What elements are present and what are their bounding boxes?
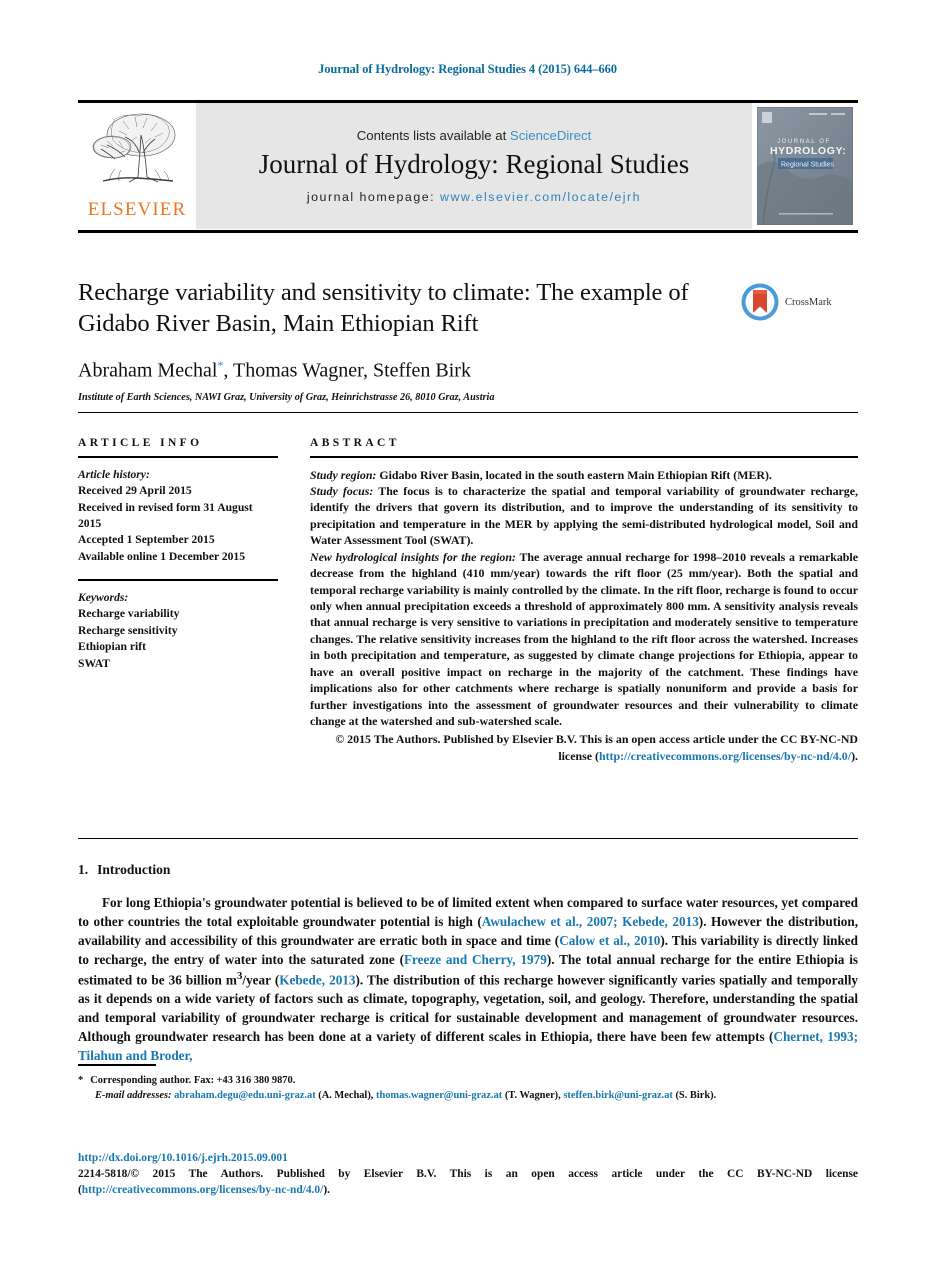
footer-license-link[interactable]: http://creativecommons.org/licenses/by-n… (82, 1184, 324, 1196)
title-block: Recharge variability and sensitivity to … (78, 278, 858, 403)
article-page: Journal of Hydrology: Regional Studies 4… (0, 0, 935, 1266)
corresponding-author-text: Corresponding author. Fax: +43 316 380 9… (90, 1074, 296, 1086)
article-history-label: Article history: (78, 467, 150, 481)
elsevier-wordmark: ELSEVIER (87, 199, 187, 220)
article-info-rule (78, 456, 278, 458)
insights-text: The average annual recharge for 1998–201… (310, 549, 858, 728)
keyword-item: Recharge sensitivity (78, 623, 178, 637)
email-link-wagner[interactable]: thomas.wagner@uni-graz.at (376, 1090, 502, 1101)
citation-link[interactable]: Kebede, 2013 (279, 972, 355, 987)
contents-prefix: Contents lists available at (356, 128, 510, 144)
author-primary: Abraham Mechal (78, 359, 218, 382)
email-link-mechal[interactable]: abraham.degu@edu.uni-graz.at (174, 1090, 316, 1101)
footnote-star: * (78, 1074, 84, 1086)
svg-text:Regional Studies: Regional Studies (781, 162, 834, 169)
crossmark-badge[interactable]: CrossMark (740, 282, 858, 322)
journal-cover-icon: JOURNAL OF HYDROLOGY: Regional Studies (757, 107, 853, 225)
article-history-block: Article history: Received 29 April 2015 … (78, 467, 278, 566)
elsevier-logo: ELSEVIER (78, 103, 196, 229)
citation-link[interactable]: Awulachew et al., 2007; Kebede, 2013 (482, 914, 699, 929)
article-info-heading: ARTICLE INFO (78, 437, 203, 449)
study-region-text: Gidabo River Basin, located in the south… (376, 467, 772, 482)
abstract-paragraph-study-focus: Study focus: The focus is to characteriz… (310, 483, 858, 549)
abstract-column: ABSTRACT Study region: Gidabo River Basi… (310, 437, 858, 764)
masthead-center: Contents lists available at ScienceDirec… (196, 103, 752, 229)
running-head: Journal of Hydrology: Regional Studies 4… (318, 62, 617, 76)
introduction-paragraph: For long Ethiopia's groundwater potentia… (78, 893, 858, 1065)
citation-link[interactable]: Freeze and Cherry, 1979 (404, 952, 547, 967)
keywords-label: Keywords: (78, 590, 129, 604)
footnote-block: * Corresponding author. Fax: +43 316 380 … (78, 1064, 858, 1104)
email-addresses-label: E-mail addresses: (95, 1090, 172, 1102)
sciencedirect-link[interactable]: ScienceDirect (510, 128, 591, 143)
history-item: Available online 1 December 2015 (78, 549, 246, 563)
author-list: Abraham Mechal*, Thomas Wagner, Steffen … (78, 358, 858, 383)
email-link-birk[interactable]: steffen.birk@uni-graz.at (563, 1090, 673, 1101)
article-info-separator (78, 579, 278, 581)
article-info-column: ARTICLE INFO Article history: Received 2… (78, 437, 278, 764)
svg-text:HYDROLOGY:: HYDROLOGY: (770, 145, 846, 157)
corresponding-author-note: * Corresponding author. Fax: +43 316 380 … (78, 1073, 858, 1089)
study-focus-text: The focus is to characterize the spatial… (310, 484, 859, 548)
history-item: Received in revised form 31 August 2015 (78, 500, 253, 530)
email-name-wagner: (T. Wagner), (502, 1090, 564, 1102)
section-number: 1. (78, 862, 89, 877)
study-region-label: Study region: (310, 467, 377, 482)
title-section-rule (78, 412, 858, 413)
page-footer: http://dx.doi.org/10.1016/j.ejrh.2015.09… (78, 1152, 858, 1198)
page-title: Recharge variability and sensitivity to … (78, 279, 689, 337)
info-abstract-section: ARTICLE INFO Article history: Received 2… (78, 437, 858, 764)
abstract-paragraph-study-region: Study region: Gidabo River Basin, locate… (310, 467, 858, 483)
issn-license-line: 2214-5818/© 2015 The Authors. Published … (78, 1166, 858, 1198)
footnote-rule (78, 1064, 156, 1066)
abstract-body: Study region: Gidabo River Basin, locate… (310, 467, 858, 765)
abstract-section-rule (78, 838, 858, 839)
homepage-link[interactable]: www.elsevier.com/locate/ejrh (440, 190, 641, 204)
author-others: , Thomas Wagner, Steffen Birk (223, 359, 471, 382)
keyword-item: SWAT (78, 656, 111, 670)
crossmark-icon (741, 283, 779, 321)
journal-cover-thumbnail: JOURNAL OF HYDROLOGY: Regional Studies (752, 103, 858, 229)
abstract-paragraph-insights: New hydrological insights for the region… (310, 549, 858, 730)
journal-title: Journal of Hydrology: Regional Studies (258, 149, 690, 180)
introduction-section: 1. Introduction For long Ethiopia's groun… (78, 862, 858, 1065)
insights-label: New hydrological insights for the region… (310, 549, 516, 564)
citation-link[interactable]: Calow et al., 2010 (559, 933, 660, 948)
copyright-license-link[interactable]: http://creativecommons.org/licenses/by-n… (599, 749, 851, 763)
affiliation: Institute of Earth Sciences, NAWI Graz, … (78, 392, 495, 404)
contents-available-line: Contents lists available at ScienceDirec… (357, 128, 592, 143)
section-title: Introduction (97, 862, 171, 877)
keyword-item: Ethiopian rift (78, 640, 146, 654)
email-name-birk: (S. Birk). (672, 1090, 717, 1102)
study-focus-label: Study focus: (310, 484, 374, 499)
email-addresses-note: E-mail addresses: abraham.degu@edu.uni-g… (78, 1088, 858, 1104)
homepage-label: journal homepage: (306, 189, 436, 204)
history-item: Accepted 1 September 2015 (78, 533, 215, 547)
masthead-bottom-rule (78, 230, 858, 233)
journal-homepage-line: journal homepage: www.elsevier.com/locat… (307, 190, 641, 204)
keywords-block: Keywords: Recharge variability Recharge … (78, 590, 278, 672)
abstract-copyright: © 2015 The Authors. Published by Elsevie… (310, 731, 858, 764)
intro-text-e: /year ( (242, 972, 280, 988)
introduction-heading: 1. Introduction (78, 862, 858, 878)
keyword-item: Recharge variability (78, 607, 180, 621)
elsevier-tree-icon (92, 113, 176, 183)
abstract-rule (310, 456, 858, 458)
copyright-post: ). (851, 748, 858, 763)
doi-link[interactable]: http://dx.doi.org/10.1016/j.ejrh.2015.09… (78, 1152, 858, 1164)
journal-masthead: ELSEVIER Contents lists available at Sci… (78, 100, 858, 233)
abstract-heading: ABSTRACT (310, 437, 400, 449)
license-post: ). (323, 1184, 330, 1197)
history-item: Received 29 April 2015 (78, 484, 192, 498)
crossmark-label: CrossMark (785, 296, 832, 308)
email-name-mechal: (A. Mechal), (315, 1090, 376, 1102)
